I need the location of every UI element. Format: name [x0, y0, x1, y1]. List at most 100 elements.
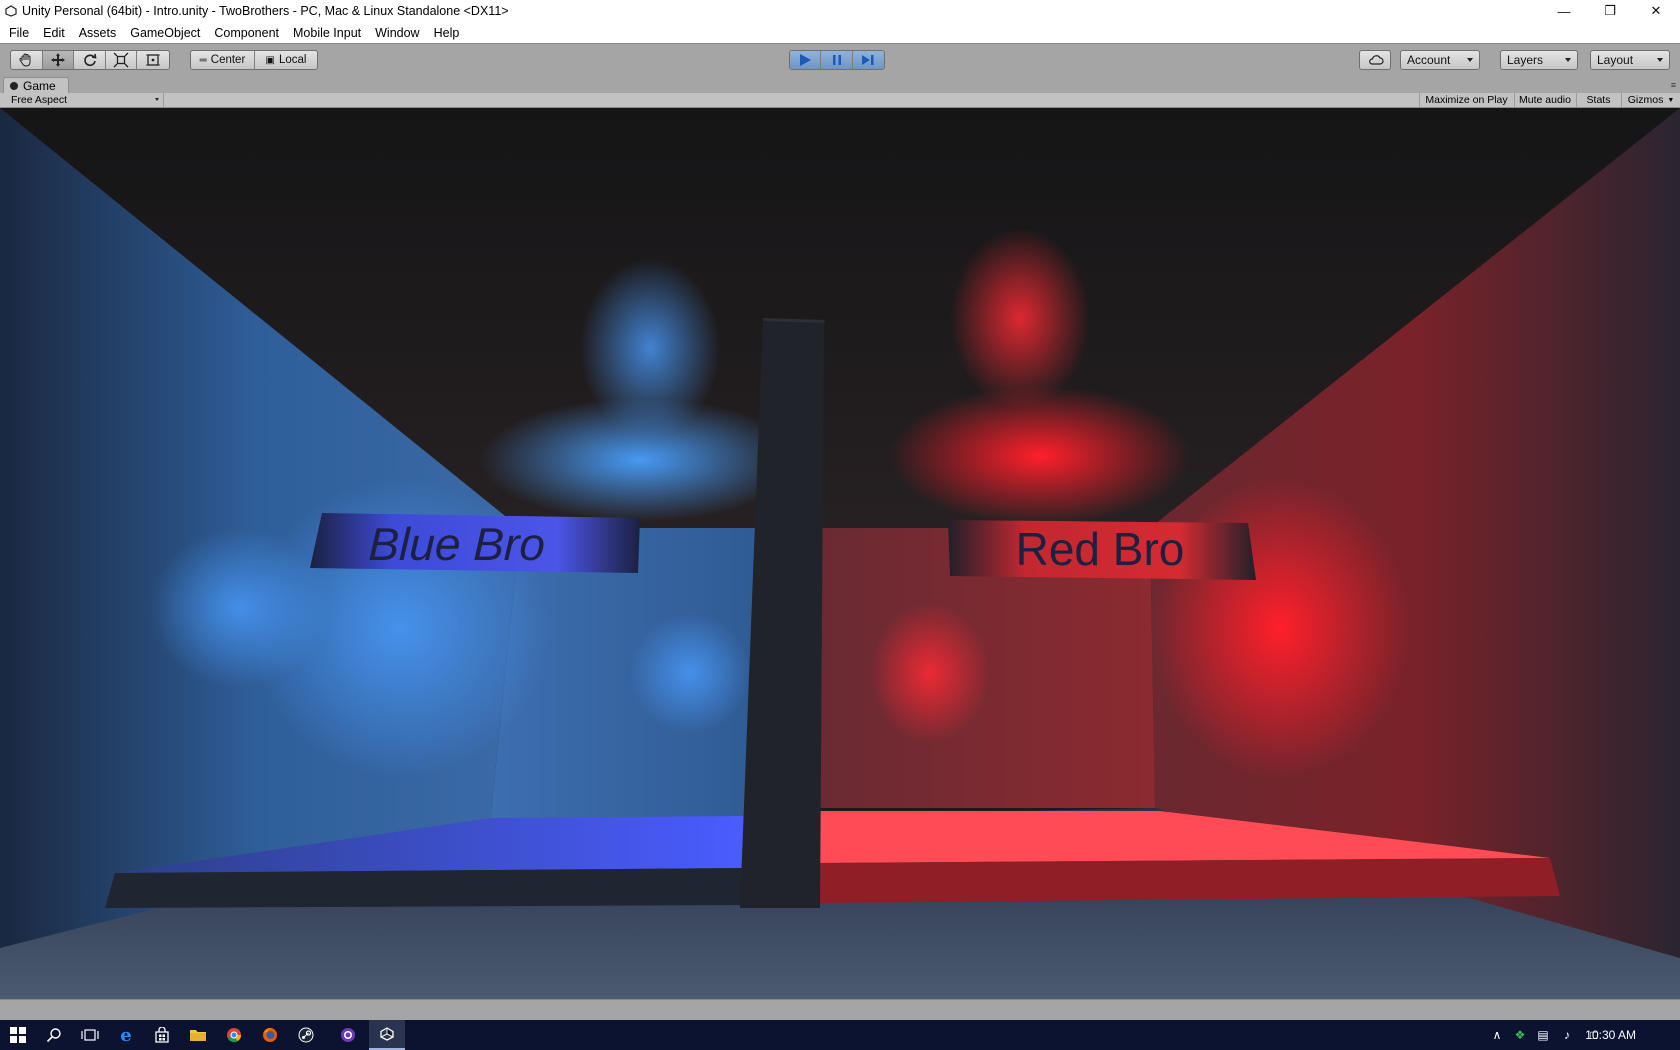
chevron-down-icon [1657, 58, 1663, 62]
pause-icon [832, 55, 841, 65]
dropbox-icon[interactable]: ❖ [1513, 1028, 1527, 1042]
file-explorer-button[interactable] [180, 1020, 216, 1050]
layout-label: Layout [1597, 53, 1634, 67]
rect-tool-button[interactable] [137, 51, 169, 69]
restore-button[interactable]: ❐ [1587, 0, 1633, 22]
game-scene: Blue Bro Red Bro [0, 108, 1680, 999]
transform-tools [10, 50, 170, 70]
task-view-button[interactable] [72, 1020, 108, 1050]
menu-help[interactable]: Help [427, 26, 467, 40]
edge-icon: e [120, 1024, 132, 1046]
menu-window[interactable]: Window [368, 26, 426, 40]
windows-taskbar: e ∧ ❖ ▤ ♪ 10:30 AM □ [0, 1020, 1680, 1050]
menu-edit[interactable]: Edit [36, 26, 72, 40]
cloud-button[interactable] [1359, 50, 1391, 70]
pivot-local-button[interactable]: ▣ Local [255, 51, 317, 69]
panel-menu-icon[interactable]: ≡ [1671, 80, 1676, 90]
app-icon [341, 1028, 355, 1042]
unity-icon [380, 1027, 394, 1041]
folder-icon [190, 1030, 206, 1041]
red-bro-sign: Red Bro [948, 520, 1256, 580]
mute-audio-toggle[interactable]: Mute audio [1514, 93, 1575, 107]
game-tab-icon [10, 81, 18, 90]
menu-assets[interactable]: Assets [72, 26, 124, 40]
app-button[interactable] [330, 1020, 366, 1050]
pause-button[interactable] [821, 51, 853, 69]
rect-tool-icon [146, 54, 161, 66]
store-icon [155, 1027, 169, 1043]
menu-gameobject[interactable]: GameObject [123, 26, 207, 40]
window-title: Unity Personal (64bit) - Intro.unity - T… [22, 4, 509, 18]
menu-component[interactable]: Component [207, 26, 286, 40]
blue-light-source [580, 258, 720, 438]
layers-dropdown[interactable]: Layers [1500, 50, 1578, 70]
pivot-icon: ═ [199, 54, 207, 66]
network-icon[interactable]: ▤ [1536, 1028, 1550, 1042]
menu-file[interactable]: File [2, 26, 36, 40]
gizmos-label: Gizmos [1627, 94, 1664, 106]
close-button[interactable]: ✕ [1633, 0, 1679, 22]
chrome-icon [227, 1028, 242, 1043]
chevron-up-icon[interactable]: ∧ [1490, 1028, 1504, 1042]
game-view[interactable]: Blue Bro Red Bro [0, 108, 1680, 999]
aspect-label: Free Aspect [11, 94, 68, 106]
layout-dropdown[interactable]: Layout [1590, 50, 1670, 70]
unity-taskbar-button[interactable] [369, 1020, 405, 1050]
play-button[interactable] [790, 51, 822, 69]
maximize-on-play-toggle[interactable]: Maximize on Play [1419, 93, 1513, 107]
move-tool-button[interactable] [42, 51, 75, 69]
status-bar [0, 999, 1680, 1020]
local-cube-icon: ▣ [265, 54, 275, 66]
blue-platform-front [105, 868, 745, 908]
steam-icon [298, 1027, 314, 1043]
pivot-center-button[interactable]: ═ Center [191, 51, 255, 69]
stats-label: Stats [1586, 94, 1611, 106]
hand-tool-button[interactable] [11, 51, 43, 69]
notification-icon[interactable]: □ [1585, 1028, 1603, 1042]
account-dropdown[interactable]: Account [1400, 50, 1480, 70]
red-back-glow [870, 603, 990, 743]
store-button[interactable] [144, 1020, 180, 1050]
account-label: Account [1407, 53, 1451, 67]
blue-wall-glow-2 [150, 528, 330, 688]
steam-button[interactable] [288, 1020, 324, 1050]
gizmos-dropdown[interactable]: Gizmos ▼ [1621, 93, 1680, 107]
step-button[interactable] [852, 51, 884, 69]
move-icon [50, 53, 65, 67]
panel-tab-bar: Game ≡ [0, 76, 1680, 93]
cloud-icon [1369, 55, 1384, 65]
playback-controls [789, 50, 885, 70]
stats-toggle[interactable]: Stats [1576, 93, 1620, 107]
rotate-icon [83, 53, 96, 67]
volume-icon[interactable]: ♪ [1560, 1028, 1574, 1042]
edge-button[interactable]: e [108, 1020, 144, 1050]
pivot-label: Center [210, 54, 246, 66]
title-bar: Unity Personal (64bit) - Intro.unity - T… [0, 0, 1680, 22]
aspect-dropdown[interactable]: Free Aspect [4, 93, 164, 107]
red-bro-label: Red Bro [1016, 523, 1185, 575]
firefox-button[interactable] [252, 1020, 288, 1050]
start-button[interactable] [0, 1020, 36, 1050]
step-icon [862, 55, 874, 65]
search-button[interactable] [36, 1020, 72, 1050]
menu-mobile-input[interactable]: Mobile Input [286, 26, 368, 40]
chevron-down-icon [1565, 58, 1571, 62]
mute-audio-label: Mute audio [1519, 94, 1571, 106]
game-tab-label: Game [23, 78, 56, 93]
chevron-down-icon: ▼ [1667, 96, 1675, 104]
pivot-toggles: ═ Center ▣ Local [190, 50, 318, 70]
red-light-source [950, 228, 1090, 408]
layers-label: Layers [1507, 53, 1544, 67]
menu-bar: File Edit Assets GameObject Component Mo… [0, 22, 1680, 43]
play-icon [800, 54, 812, 66]
chevron-down-icon [1467, 58, 1473, 62]
maximize-on-play-label: Maximize on Play [1425, 94, 1508, 106]
rotate-tool-button[interactable] [74, 51, 106, 69]
chrome-button[interactable] [216, 1020, 252, 1050]
red-ceiling-light [890, 386, 1190, 526]
minimize-button[interactable]: — [1541, 0, 1587, 22]
firefox-icon [263, 1028, 277, 1042]
chevron-down-icon [155, 98, 159, 101]
tab-game[interactable]: Game [3, 77, 69, 93]
scale-tool-button[interactable] [106, 51, 138, 69]
